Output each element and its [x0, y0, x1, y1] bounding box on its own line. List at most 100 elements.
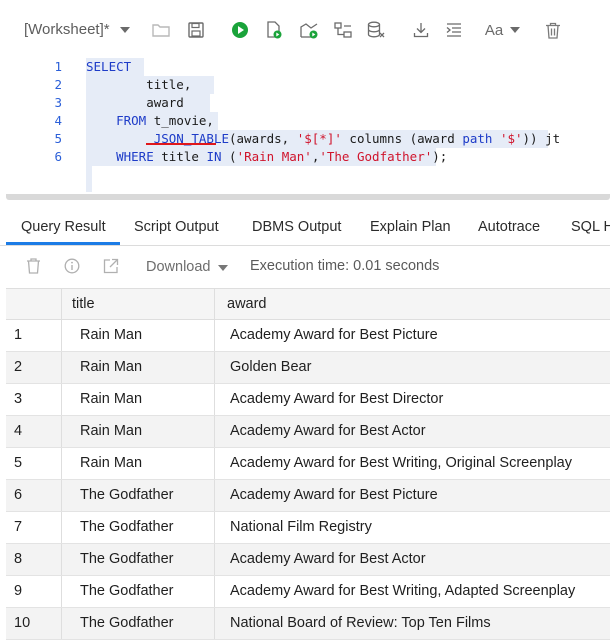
run-statement-icon[interactable]	[228, 18, 252, 42]
query-result-grid: title award 1 Rain Man Academy Award for B…	[6, 288, 610, 640]
cell-award[interactable]: Academy Award for Best Actor	[215, 416, 610, 447]
chevron-down-icon[interactable]	[510, 27, 520, 33]
save-icon[interactable]	[184, 18, 208, 42]
delete-icon[interactable]	[23, 256, 43, 276]
table-row[interactable]: 9 The Godfather Academy Award for Best Wri…	[6, 576, 610, 608]
tab-query-result[interactable]: Query Result	[21, 219, 106, 235]
table-row[interactable]: 10 The Godfather National Board of Review:…	[6, 608, 610, 640]
cell-title[interactable]: Rain Man	[62, 448, 215, 479]
code-token: columns (award	[341, 131, 463, 146]
row-number[interactable]: 5	[6, 448, 62, 479]
row-number[interactable]: 9	[6, 576, 62, 607]
code-text[interactable]: WHERE title IN ('Rain Man','The Godfathe…	[86, 148, 447, 166]
row-number[interactable]: 10	[6, 608, 62, 639]
code-line[interactable]: 3 award	[6, 94, 610, 112]
table-row[interactable]: 7 The Godfather National Film Registry	[6, 512, 610, 544]
code-token: );	[432, 149, 448, 164]
line-number: 3	[54, 95, 62, 110]
cell-award[interactable]: Academy Award for Best Director	[215, 384, 610, 415]
code-token: '$[*]'	[296, 131, 342, 146]
tab-script-output[interactable]: Script Output	[134, 219, 219, 235]
code-line[interactable]: 4 FROM t_movie,	[6, 112, 610, 130]
autotrace-icon[interactable]	[331, 18, 355, 42]
code-line[interactable]: 2 title,	[6, 76, 610, 94]
cell-award[interactable]: Academy Award for Best Writing, Original…	[215, 448, 610, 479]
code-line[interactable]: 5 JSON_TABLE(awards, '$[*]' columns (awa…	[6, 130, 610, 148]
format-icon[interactable]	[442, 18, 466, 42]
table-row[interactable]: 6 The Godfather Academy Award for Best Pic…	[6, 480, 610, 512]
cell-award[interactable]: Academy Award for Best Actor	[215, 544, 610, 575]
cell-title[interactable]: The Godfather	[62, 576, 215, 607]
worksheet-title[interactable]: [Worksheet]*	[24, 21, 110, 38]
code-line[interactable]: 6 WHERE title IN ('Rain Man','The Godfat…	[6, 148, 610, 166]
cell-award[interactable]: Academy Award for Best Writing, Adapted …	[215, 576, 610, 607]
cell-award[interactable]: Golden Bear	[215, 352, 610, 383]
cell-award[interactable]: Academy Award for Best Picture	[215, 320, 610, 351]
clear-icon[interactable]	[541, 18, 565, 42]
code-token: )) jt	[522, 131, 561, 146]
download-icon[interactable]	[409, 18, 433, 42]
code-token: (awards,	[229, 131, 297, 146]
info-icon[interactable]	[62, 256, 82, 276]
cell-title[interactable]: The Godfather	[62, 544, 215, 575]
cell-title[interactable]: The Godfather	[62, 608, 215, 639]
chevron-down-icon[interactable]	[120, 27, 130, 33]
code-text[interactable]: JSON_TABLE(awards, '$[*]' columns (award…	[86, 130, 560, 148]
cell-award[interactable]: Academy Award for Best Picture	[215, 480, 610, 511]
row-number[interactable]: 4	[6, 416, 62, 447]
active-tab-indicator	[6, 242, 120, 245]
tab-autotrace[interactable]: Autotrace	[478, 219, 540, 235]
table-row[interactable]: 1 Rain Man Academy Award for Best Picture	[6, 320, 610, 352]
column-header-award[interactable]: award	[215, 289, 610, 319]
table-row[interactable]: 2 Rain Man Golden Bear	[6, 352, 610, 384]
code-text[interactable]: FROM t_movie,	[86, 112, 214, 130]
cell-award[interactable]: National Board of Review: Top Ten Films	[215, 608, 610, 639]
tab-dbms-output[interactable]: DBMS Output	[252, 219, 341, 235]
code-line[interactable]: 1 SELECT	[6, 58, 610, 76]
row-number[interactable]: 8	[6, 544, 62, 575]
cell-title[interactable]: Rain Man	[62, 352, 215, 383]
table-row[interactable]: 5 Rain Man Academy Award for Best Writing,…	[6, 448, 610, 480]
row-number[interactable]: 3	[6, 384, 62, 415]
row-number[interactable]: 1	[6, 320, 62, 351]
tab-sql-history[interactable]: SQL H	[571, 219, 610, 235]
open-folder-icon[interactable]	[149, 18, 173, 42]
editor-splitter[interactable]	[6, 194, 610, 200]
code-text[interactable]: title,	[86, 76, 191, 94]
code-token: WHERE	[116, 149, 154, 164]
code-text[interactable]: SELECT	[86, 58, 131, 76]
error-underline	[146, 143, 216, 145]
table-row[interactable]: 8 The Godfather Academy Award for Best Act…	[6, 544, 610, 576]
download-button[interactable]: Download	[146, 259, 211, 275]
sql-editor[interactable]: 1 SELECT 2 title, 3 award 4 FROM t_movie, 5 J…	[6, 56, 610, 194]
cell-award[interactable]: National Film Registry	[215, 512, 610, 543]
column-header-title[interactable]: title	[62, 289, 215, 319]
line-number: 1	[54, 59, 62, 74]
code-text[interactable]: award	[86, 94, 184, 112]
table-row[interactable]: 4 Rain Man Academy Award for Best Actor	[6, 416, 610, 448]
cell-title[interactable]: The Godfather	[62, 512, 215, 543]
worksheet-toolbar: [Worksheet]* Aa	[0, 0, 610, 56]
run-script-icon[interactable]	[262, 18, 286, 42]
cell-title[interactable]: The Godfather	[62, 480, 215, 511]
database-icon[interactable]	[364, 18, 388, 42]
code-token: title	[153, 149, 207, 164]
row-number[interactable]: 2	[6, 352, 62, 383]
text-case-icon[interactable]: Aa	[483, 18, 505, 42]
tab-explain-plan[interactable]: Explain Plan	[370, 219, 451, 235]
cell-title[interactable]: Rain Man	[62, 416, 215, 447]
code-token: '$'	[499, 131, 523, 146]
result-toolbar: Download Execution time: 0.01 seconds	[0, 250, 610, 284]
code-token: 'The Godfather'	[319, 149, 433, 164]
cell-title[interactable]: Rain Man	[62, 384, 215, 415]
row-number[interactable]: 7	[6, 512, 62, 543]
table-row[interactable]: 3 Rain Man Academy Award for Best Director	[6, 384, 610, 416]
cell-title[interactable]: Rain Man	[62, 320, 215, 351]
row-number[interactable]: 6	[6, 480, 62, 511]
explain-plan-icon[interactable]	[297, 18, 321, 42]
chevron-down-icon[interactable]	[218, 265, 228, 271]
code-token: (	[221, 149, 237, 164]
open-in-new-window-icon[interactable]	[101, 256, 121, 276]
